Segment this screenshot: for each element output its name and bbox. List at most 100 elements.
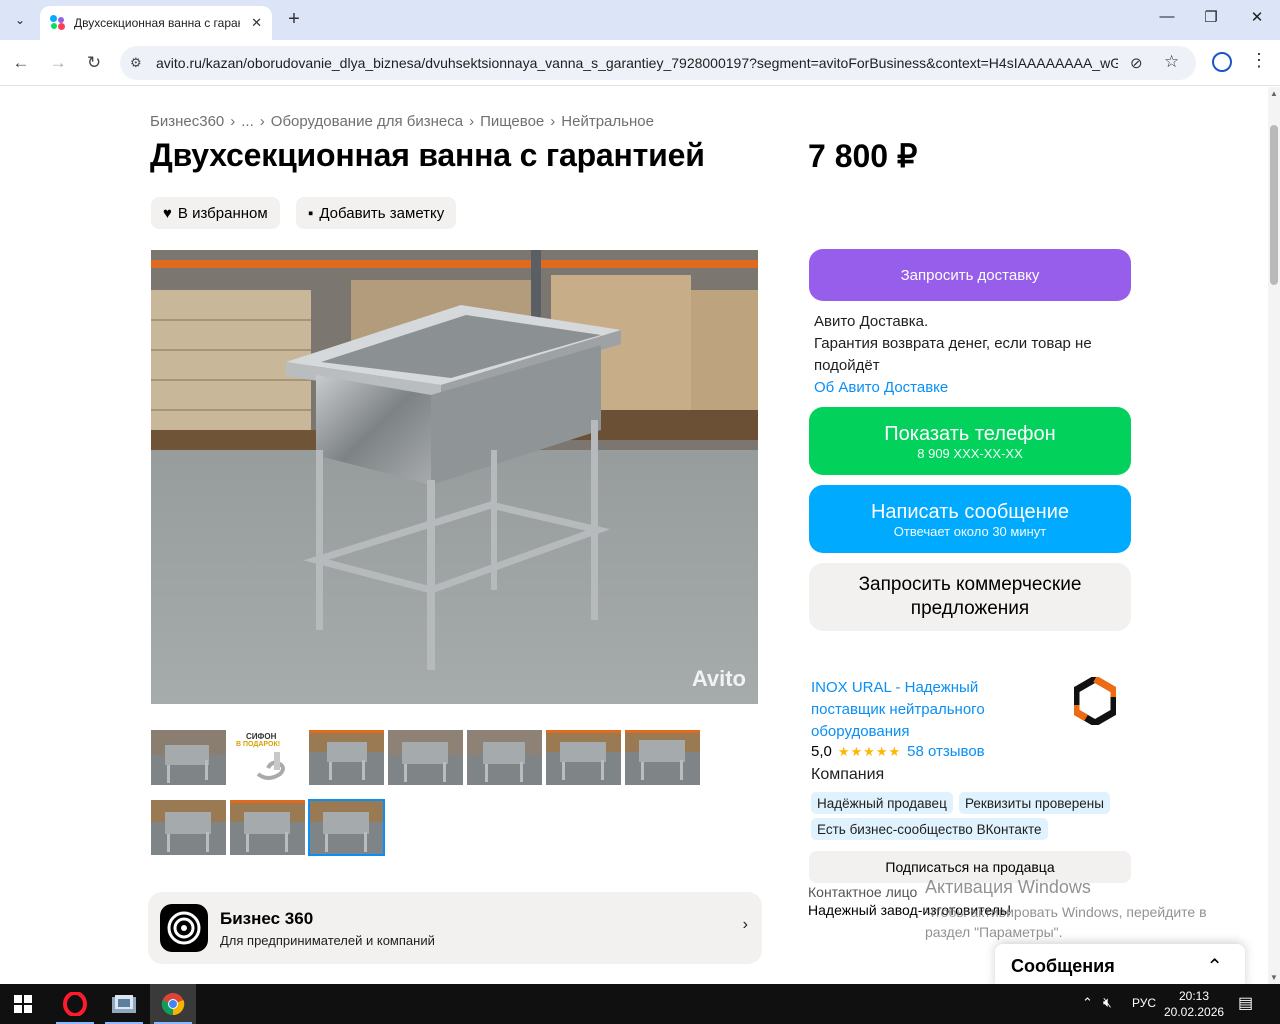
seller-badge: Надёжный продавец — [811, 792, 953, 814]
page-title: Двухсекционная ванна с гарантией — [150, 137, 705, 173]
page-content: Бизнес360 › ... › Оборудование для бизне… — [0, 87, 1268, 984]
banner-title: Бизнес 360 — [220, 908, 314, 928]
chevron-up-icon[interactable]: ⌃ — [1206, 954, 1223, 979]
photo-thumbnail[interactable]: СИФОН В ПОДАРОК! — [230, 730, 305, 785]
opera-icon — [63, 992, 87, 1016]
clock-time: 20:13 — [1178, 989, 1210, 1003]
activation-title: Активация Windows — [925, 877, 1091, 897]
file-explorer-app[interactable] — [101, 984, 147, 1024]
tray-chevron-up-icon[interactable]: ⌃ — [1082, 995, 1093, 1011]
photo-thumbnail[interactable] — [467, 730, 542, 785]
eye-off-icon[interactable]: ⊘ — [1130, 54, 1143, 72]
breadcrumb-item[interactable]: Нейтральное — [561, 113, 654, 130]
seller-rating: 5,0 ★★★★★ 58 отзывов — [811, 743, 985, 760]
contact-person-label: Контактное лицо — [808, 884, 918, 900]
photo-thumbnail-selected[interactable] — [308, 799, 385, 856]
volume-muted-icon[interactable]: 🔇︎ — [1103, 994, 1112, 1011]
close-tab-icon[interactable]: ✕ — [251, 15, 262, 31]
photo-thumbnail[interactable] — [546, 730, 621, 785]
minimize-button[interactable]: — — [1152, 8, 1182, 25]
breadcrumb-separator: › — [230, 113, 236, 130]
rating-value: 5,0 — [811, 743, 832, 760]
reviews-link[interactable]: 58 отзывов — [907, 743, 985, 760]
request-delivery-label: Запросить доставку — [900, 266, 1040, 284]
profile-icon[interactable] — [1212, 52, 1232, 72]
delivery-info: Авито Доставка. Гарантия возврата денег,… — [814, 311, 1114, 399]
seller-badge: Есть бизнес-сообщество ВКонтакте — [811, 818, 1048, 840]
show-phone-button[interactable]: Показать телефон 8 909 XXX-XX-XX — [809, 407, 1131, 475]
folder-icon — [112, 995, 136, 1013]
scroll-down-arrow-icon[interactable]: ▼ — [1270, 973, 1278, 982]
photo-thumbnail[interactable] — [388, 730, 463, 785]
banner-subtitle: Для предпринимателей и компаний — [220, 932, 435, 948]
forward-icon[interactable]: → — [45, 50, 71, 76]
photo-thumbnail[interactable] — [151, 730, 226, 785]
favorite-label: В избранном — [177, 204, 268, 222]
messages-title: Сообщения — [1011, 956, 1115, 976]
seller-logo[interactable] — [1072, 674, 1118, 728]
breadcrumb-separator: › — [259, 113, 265, 130]
close-window-button[interactable]: ✕ — [1242, 8, 1272, 26]
breadcrumb-item[interactable]: Оборудование для бизнеса — [271, 113, 463, 130]
seller-badge: Реквизиты проверены — [959, 792, 1110, 814]
opera-app[interactable] — [52, 984, 98, 1024]
bookmark-star-icon[interactable]: ☆ — [1164, 52, 1179, 72]
add-note-button[interactable]: ▪ Добавить заметку — [296, 197, 457, 229]
breadcrumb-item[interactable]: Бизнес360 — [150, 113, 224, 130]
back-icon[interactable]: ← — [8, 50, 34, 76]
breadcrumb-item[interactable]: ... — [241, 113, 254, 130]
chrome-icon — [161, 993, 185, 1016]
address-bar[interactable]: ⚙ avito.ru/kazan/oborudovanie_dlya_bizne… — [120, 46, 1196, 80]
menu-kebab-icon[interactable]: ⋮ — [1250, 50, 1268, 71]
url-text[interactable]: avito.ru/kazan/oborudovanie_dlya_biznesa… — [156, 55, 1118, 71]
chrome-app[interactable] — [150, 984, 196, 1024]
start-button[interactable] — [0, 984, 46, 1024]
activation-text: Чтобы активировать Windows, перейдите в … — [925, 904, 1207, 940]
request-offers-label: Запросить коммерческие предложения — [858, 574, 1082, 619]
favorite-button[interactable]: ♥ В избранном — [151, 197, 280, 229]
note-icon: ▪ — [308, 204, 314, 222]
seller-name-link[interactable]: INOX URAL - Надежный поставщик нейтральн… — [811, 677, 1041, 743]
system-clock[interactable]: 20:13 20.02.2026 — [1164, 988, 1224, 1020]
delivery-guarantee: Гарантия возврата денег, если товар не п… — [814, 335, 1092, 374]
restore-button[interactable]: ❐ — [1196, 8, 1226, 26]
windows-activation-watermark: Активация Windows Чтобы активировать Win… — [925, 877, 1245, 942]
scroll-up-arrow-icon[interactable]: ▲ — [1270, 89, 1278, 98]
seller-type: Компания — [811, 766, 885, 783]
site-info-icon[interactable]: ⚙ — [130, 55, 148, 71]
tab-title: Двухсекционная ванна с гарантией — [74, 16, 240, 30]
sink-photo-image — [151, 250, 758, 704]
business-360-banner[interactable]: Бизнес 360 Для предпринимателей и компан… — [148, 892, 762, 964]
breadcrumb-item[interactable]: Пищевое — [480, 113, 544, 130]
target-logo-icon — [160, 904, 208, 952]
photo-thumbnail[interactable] — [151, 800, 226, 855]
keyboard-language[interactable]: РУС — [1132, 996, 1156, 1010]
photo-thumbnail[interactable] — [625, 730, 700, 785]
tab-search-button[interactable]: ⌄ — [6, 6, 34, 34]
page-scrollbar[interactable]: ▲ ▼ — [1268, 87, 1280, 984]
scrollbar-thumb[interactable] — [1270, 125, 1278, 285]
photo-thumbnail[interactable] — [230, 800, 305, 855]
messages-panel[interactable]: Сообщения ⌃ — [995, 944, 1245, 984]
breadcrumb-separator: › — [469, 113, 475, 130]
windows-logo-icon — [14, 995, 32, 1013]
request-delivery-button[interactable]: Запросить доставку — [809, 249, 1131, 301]
browser-tab-bar: ⌄ Двухсекционная ванна с гарантией ✕ + —… — [0, 0, 1280, 40]
notifications-icon[interactable]: ▤ — [1238, 993, 1253, 1013]
browser-tab[interactable]: Двухсекционная ванна с гарантией ✕ — [40, 6, 272, 40]
about-delivery-link[interactable]: Об Авито Доставке — [814, 377, 1114, 399]
heart-icon: ♥ — [163, 204, 172, 222]
main-photo[interactable]: Avito — [151, 250, 758, 704]
delivery-line: Авито Доставка. — [814, 313, 929, 330]
clock-date: 20.02.2026 — [1164, 1005, 1225, 1019]
price: 7 800 ₽ — [808, 138, 918, 174]
chevron-down-icon: ⌄ — [14, 13, 26, 27]
photo-thumbnail[interactable] — [309, 730, 384, 785]
new-tab-button[interactable]: + — [282, 8, 306, 31]
reload-icon[interactable]: ↻ — [81, 50, 107, 76]
request-offers-button[interactable]: Запросить коммерческие предложения — [809, 563, 1131, 631]
show-phone-label: Показать телефон — [884, 422, 1056, 445]
phone-number-masked: 8 909 XXX-XX-XX — [917, 445, 1023, 461]
windows-taskbar: ⌃ 🔇︎ РУС 20:13 20.02.2026 ▤ — [0, 984, 1280, 1024]
write-message-button[interactable]: Написать сообщение Отвечает около 30 мин… — [809, 485, 1131, 553]
